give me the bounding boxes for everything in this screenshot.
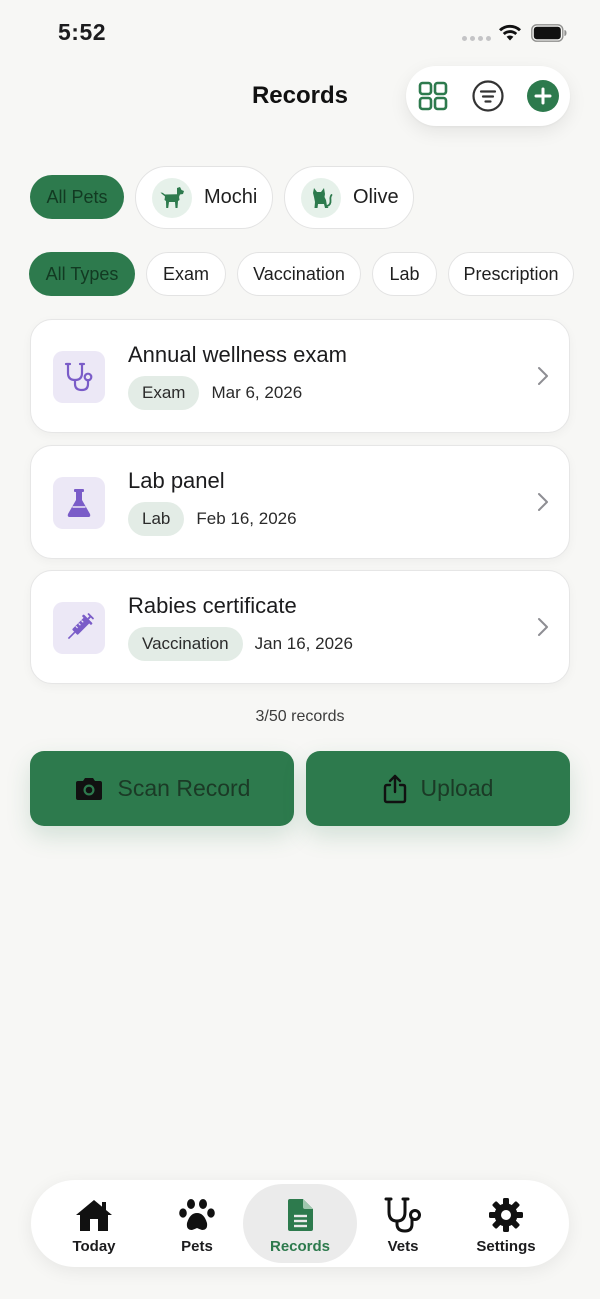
- document-icon: [285, 1196, 315, 1234]
- battery-icon: [531, 24, 567, 42]
- records-count: 3/50 records: [255, 708, 345, 725]
- record-title: Annual wellness exam: [128, 342, 347, 367]
- tab-label: Pets: [181, 1238, 213, 1255]
- chevron-right-icon: [538, 493, 548, 511]
- tab-label: Records: [269, 1238, 331, 1255]
- type-filter-label: Lab: [389, 263, 420, 284]
- status-bar: 5:52: [0, 0, 600, 66]
- upload-button[interactable]: Upload: [306, 751, 570, 826]
- record-date: Jan 16, 2026: [254, 634, 353, 653]
- syringe-icon: [53, 602, 105, 654]
- tab-vets[interactable]: Vets: [358, 1184, 448, 1263]
- records-screen: 5:52 Records All Pets Mochi Olive All Ty…: [0, 0, 600, 1299]
- record-card[interactable]: Lab panel Lab Feb 16, 2026: [30, 445, 570, 559]
- pet-filter-label: Mochi: [204, 186, 258, 208]
- stethoscope-icon: [53, 351, 105, 403]
- flask-icon: [53, 477, 105, 529]
- camera-icon: [75, 777, 102, 800]
- tab-records[interactable]: Records: [243, 1184, 357, 1263]
- type-filter-label: Exam: [162, 263, 209, 284]
- share-upload-icon: [383, 774, 406, 803]
- record-title: Lab panel: [128, 468, 225, 493]
- record-meta: Vaccination Jan 16, 2026: [128, 627, 353, 661]
- filter-icon: [472, 80, 504, 112]
- record-type-badge: Lab: [128, 502, 185, 536]
- grid-view-button[interactable]: [416, 79, 450, 113]
- record-meta: Exam Mar 6, 2026: [128, 376, 302, 410]
- type-filter-label: All Types: [45, 263, 119, 284]
- record-date: Feb 16, 2026: [196, 509, 297, 528]
- add-record-button[interactable]: [526, 79, 560, 113]
- record-date: Mar 6, 2026: [211, 383, 303, 402]
- record-type-badge: Vaccination: [128, 627, 243, 661]
- chevron-right-icon: [538, 367, 548, 385]
- pet-filter-all[interactable]: All Pets: [30, 175, 124, 219]
- pet-filter-mochi[interactable]: Mochi: [135, 166, 273, 229]
- tab-pets[interactable]: Pets: [152, 1184, 242, 1263]
- scan-record-button[interactable]: Scan Record: [30, 751, 294, 826]
- cat-icon: [301, 177, 341, 218]
- stethoscope-icon: [381, 1196, 425, 1234]
- record-card[interactable]: Annual wellness exam Exam Mar 6, 2026: [30, 319, 570, 433]
- scan-record-label: Scan Record: [117, 775, 251, 801]
- type-filter-label: Vaccination: [253, 263, 345, 284]
- gear-icon: [488, 1196, 524, 1234]
- pet-filter-olive[interactable]: Olive: [284, 166, 414, 229]
- tab-label: Vets: [387, 1238, 419, 1255]
- record-card[interactable]: Rabies certificate Vaccination Jan 16, 2…: [30, 570, 570, 684]
- type-filter-lab[interactable]: Lab: [372, 252, 437, 296]
- tab-label: Settings: [476, 1238, 536, 1255]
- grid-icon: [418, 81, 448, 111]
- dog-icon: [152, 177, 192, 218]
- house-icon: [73, 1196, 115, 1234]
- type-filter-label: Prescription: [463, 263, 559, 284]
- type-filter-vaccination[interactable]: Vaccination: [237, 252, 361, 296]
- tab-bar: Today Pets Records Vets Settings: [31, 1180, 569, 1267]
- status-time: 5:52: [58, 19, 107, 45]
- record-meta: Lab Feb 16, 2026: [128, 502, 297, 536]
- tab-settings[interactable]: Settings: [459, 1184, 553, 1263]
- tab-today[interactable]: Today: [49, 1184, 139, 1263]
- filter-button[interactable]: [471, 79, 505, 113]
- header-actions: [406, 66, 570, 126]
- chevron-right-icon: [538, 618, 548, 636]
- wifi-icon: [499, 24, 521, 41]
- type-filter-exam[interactable]: Exam: [146, 252, 226, 296]
- type-filter-prescription[interactable]: Prescription: [448, 252, 574, 296]
- record-type-badge: Exam: [128, 376, 200, 410]
- tab-label: Today: [72, 1238, 116, 1255]
- upload-label: Upload: [420, 775, 494, 801]
- record-title: Rabies certificate: [128, 593, 297, 618]
- cellular-signal-icon: [462, 36, 491, 41]
- pet-filter-label: Olive: [353, 186, 399, 208]
- paw-icon: [178, 1196, 216, 1234]
- plus-circle-icon: [527, 80, 559, 112]
- pet-filter-label: All Pets: [46, 186, 108, 207]
- type-filter-all[interactable]: All Types: [29, 252, 135, 296]
